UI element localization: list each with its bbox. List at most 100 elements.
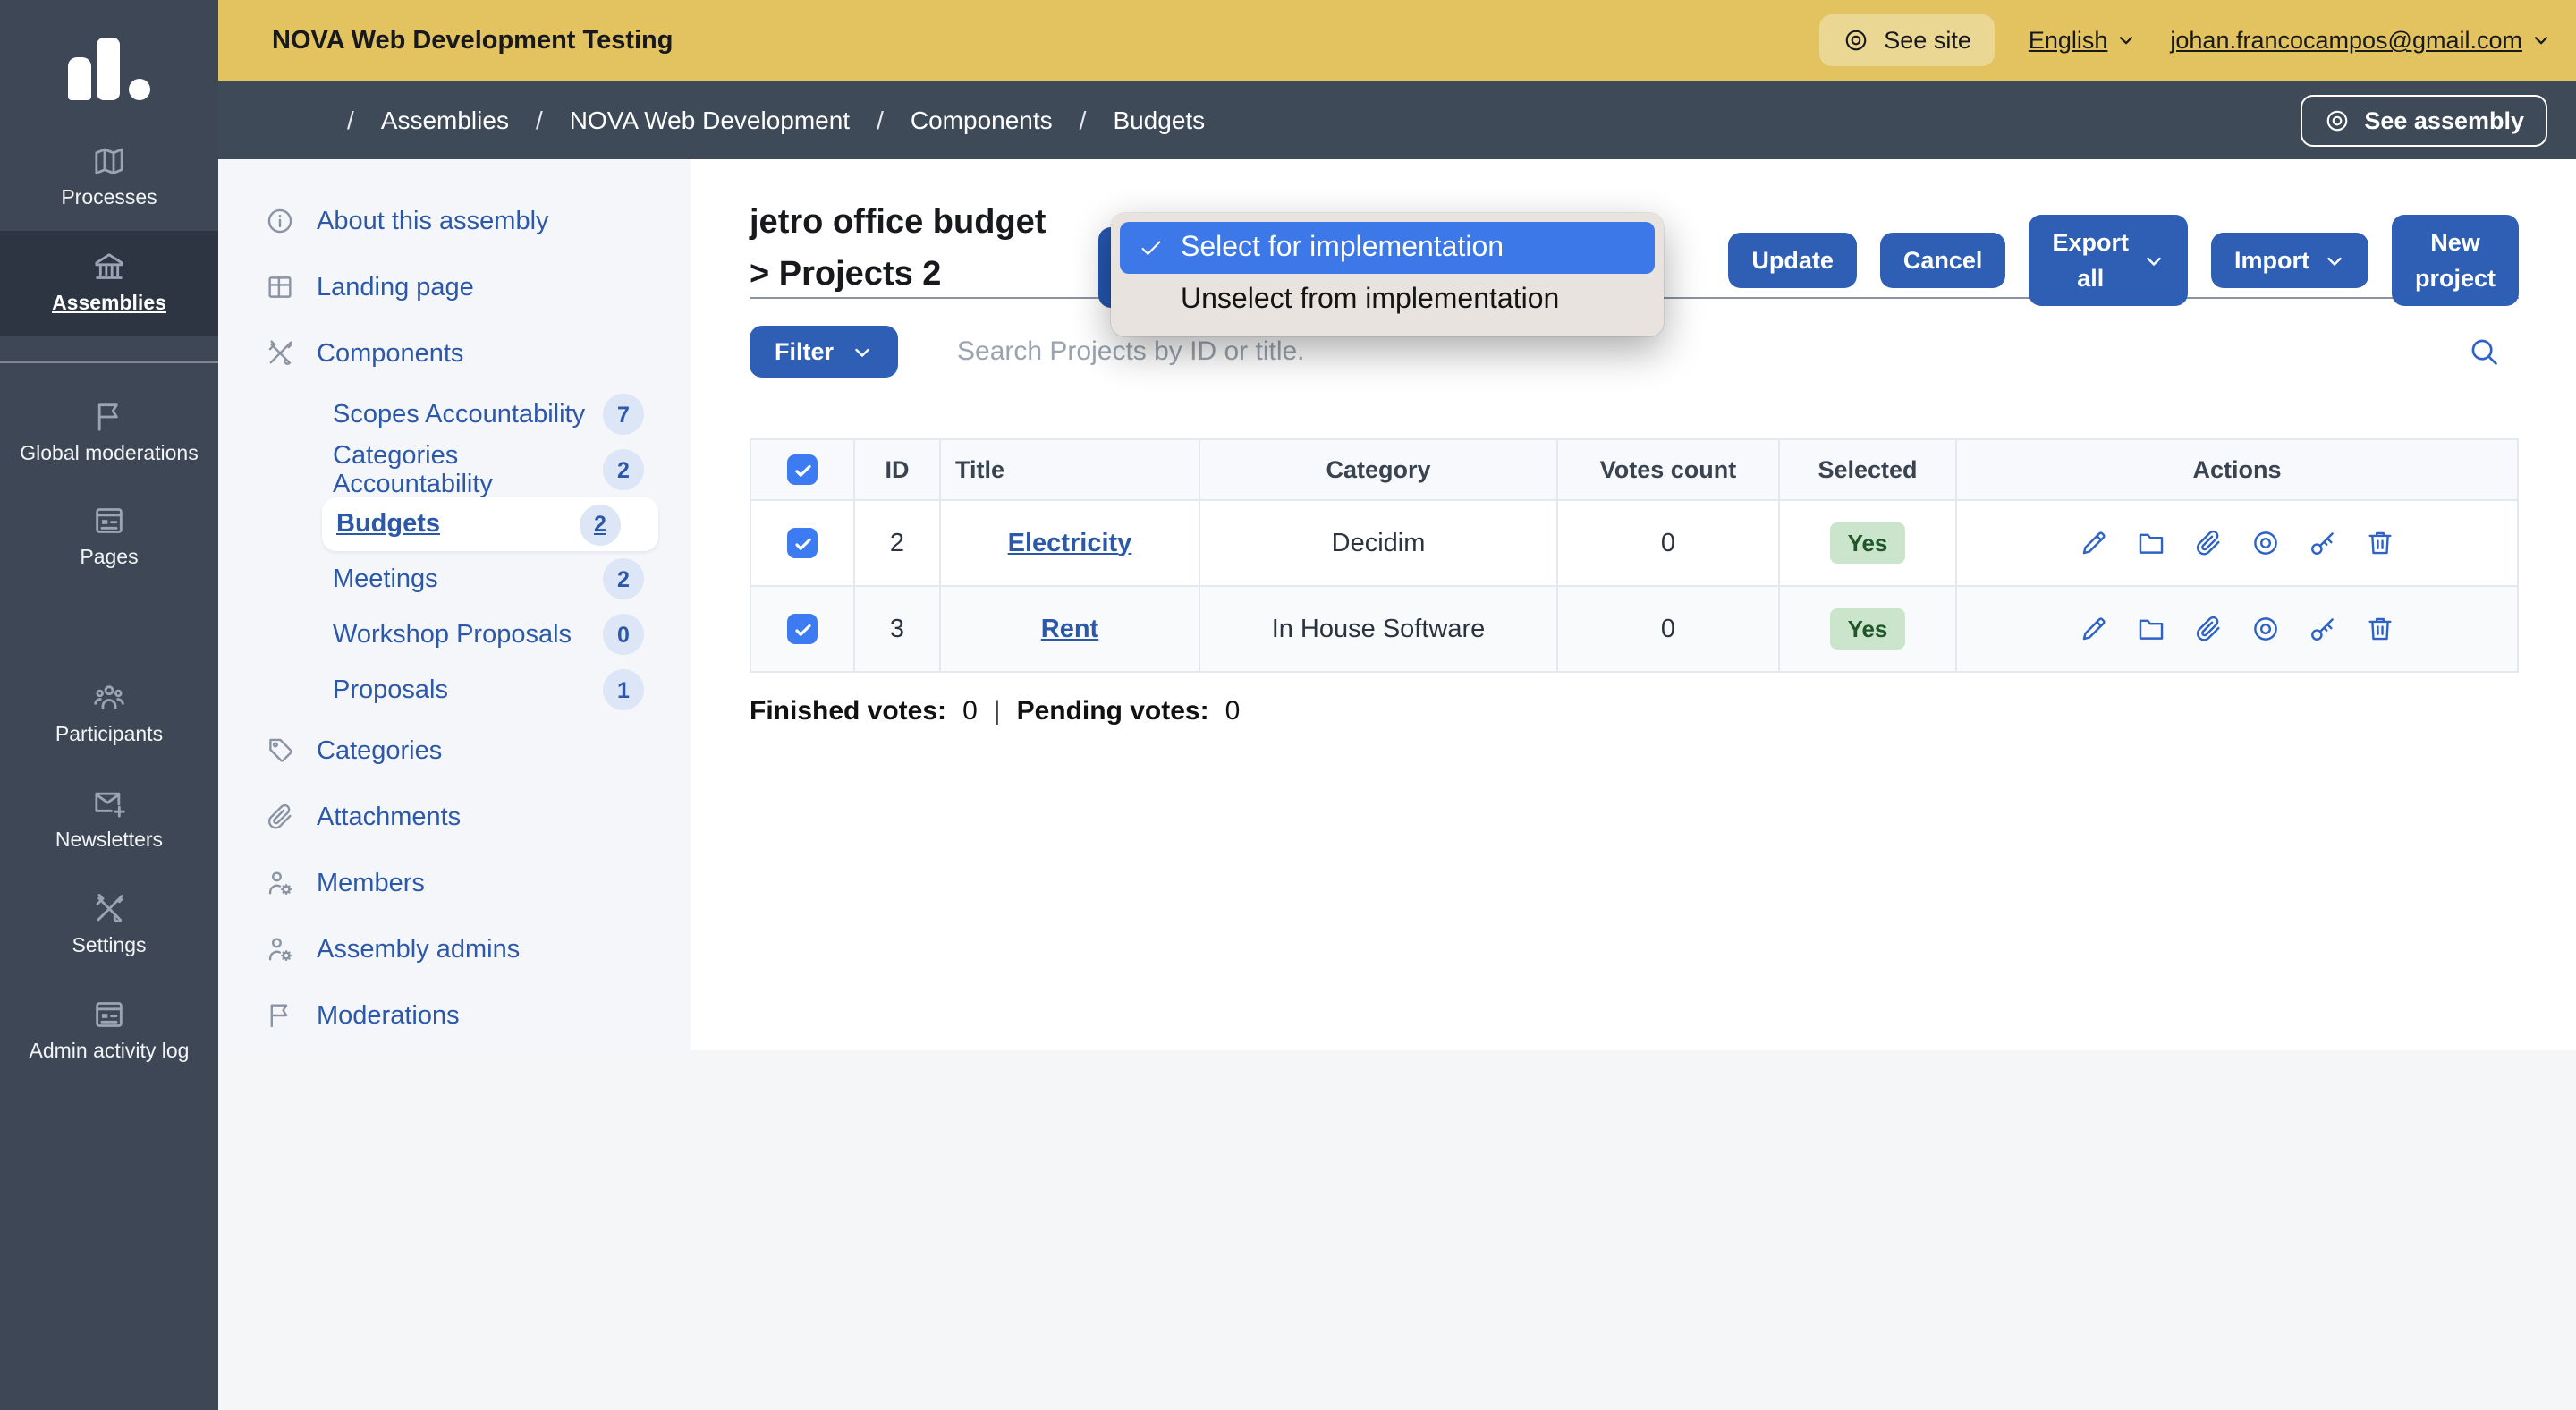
tools-icon <box>91 891 127 927</box>
search-input[interactable] <box>953 335 2467 369</box>
select-all-checkbox[interactable] <box>787 454 818 485</box>
count-badge: 2 <box>603 449 644 490</box>
menu-option-select-for-implementation[interactable]: Select for implementation <box>1120 222 1655 274</box>
header-id: ID <box>854 439 940 500</box>
nav-item-scopes-accountability[interactable]: Scopes Accountability 7 <box>218 386 691 442</box>
see-site-label: See site <box>1884 27 1971 54</box>
update-button[interactable]: Update <box>1728 233 1857 288</box>
nav-item-proposals[interactable]: Proposals 1 <box>218 662 691 718</box>
export-all-button[interactable]: Export all <box>2029 215 2188 306</box>
organization-title: NOVA Web Development Testing <box>272 26 674 55</box>
nav-item-label: Moderations <box>317 1001 460 1030</box>
delete-icon[interactable] <box>2365 528 2395 558</box>
nav-item-categories[interactable]: Categories <box>218 718 691 784</box>
nav-item-landing-page[interactable]: Landing page <box>218 254 691 320</box>
sidebar-item-label: Admin activity log <box>30 1041 190 1066</box>
app-nav: Processes Assemblies Global moderations … <box>0 125 218 1083</box>
nav-item-workshop-proposals[interactable]: Workshop Proposals 0 <box>218 607 691 662</box>
nav-item-members[interactable]: Members <box>218 850 691 916</box>
map-icon <box>91 143 127 179</box>
sidebar-item-admin-activity-log[interactable]: Admin activity log <box>0 978 218 1083</box>
sidebar-item-global-moderations[interactable]: Global moderations <box>0 380 218 486</box>
person-gear-icon <box>265 868 295 898</box>
sidebar-item-label: Settings <box>72 936 146 961</box>
breadcrumb-separator: / <box>877 106 884 134</box>
nav-item-attachments[interactable]: Attachments <box>218 784 691 850</box>
preview-icon[interactable] <box>2250 528 2281 558</box>
decidim-admin-app: Processes Assemblies Global moderations … <box>0 0 2576 1410</box>
paperclip-icon <box>265 802 295 832</box>
actions-cell <box>1971 614 2503 644</box>
table-row: 3 Rent In House Software 0 Yes <box>750 586 2518 672</box>
project-title-link[interactable]: Rent <box>1041 615 1098 643</box>
project-title-link[interactable]: Electricity <box>1008 529 1132 557</box>
breadcrumb-item-components[interactable]: Components <box>911 106 1053 134</box>
nav-item-about-assembly[interactable]: About this assembly <box>218 188 691 254</box>
export-all-label: Export all <box>2052 225 2129 295</box>
nav-item-meetings[interactable]: Meetings 2 <box>218 551 691 607</box>
nav-item-label: Workshop Proposals <box>333 620 572 649</box>
sidebar-item-newsletters[interactable]: Newsletters <box>0 768 218 873</box>
permissions-key-icon[interactable] <box>2308 614 2338 644</box>
cell-id: 2 <box>854 500 940 586</box>
top-bar: NOVA Web Development Testing See site En… <box>218 0 2576 81</box>
chevron-down-icon <box>2143 250 2165 271</box>
nav-item-budgets[interactable]: Budgets 2 <box>322 497 658 551</box>
menu-option-unselect-from-implementation[interactable]: Unselect from implementation <box>1120 274 1655 327</box>
nav-item-label: Meetings <box>333 565 438 593</box>
folder-icon[interactable] <box>2136 614 2166 644</box>
nav-item-moderations[interactable]: Moderations <box>218 982 691 1049</box>
edit-icon[interactable] <box>2079 614 2109 644</box>
see-assembly-button[interactable]: See assembly <box>2300 94 2547 146</box>
decidim-logo[interactable] <box>68 29 154 100</box>
filter-button[interactable]: Filter <box>750 326 898 378</box>
nav-item-label: Categories Accountability <box>333 441 603 498</box>
user-menu[interactable]: johan.francocampos@gmail.com <box>2170 27 2551 54</box>
breadcrumb-item-assembly[interactable]: NOVA Web Development <box>570 106 850 134</box>
permissions-key-icon[interactable] <box>2308 528 2338 558</box>
votes-summary: Finished votes: 0 | Pending votes: 0 <box>750 696 2519 726</box>
header-category: Category <box>1199 439 1557 500</box>
nav-item-components[interactable]: Components <box>218 320 691 386</box>
delete-icon[interactable] <box>2365 614 2395 644</box>
attachment-icon[interactable] <box>2193 614 2224 644</box>
target-icon <box>1843 27 1869 54</box>
nav-item-assembly-admins[interactable]: Assembly admins <box>218 916 691 982</box>
attachment-icon[interactable] <box>2193 528 2224 558</box>
sidebar-item-assemblies[interactable]: Assemblies <box>0 231 218 336</box>
sidebar-item-processes[interactable]: Processes <box>0 125 218 231</box>
page-title: jetro office budget > Projects 2 <box>750 199 1046 301</box>
folder-icon[interactable] <box>2136 528 2166 558</box>
nav-item-categories-accountability[interactable]: Categories Accountability 2 <box>218 442 691 497</box>
sidebar-item-pages[interactable]: Pages <box>0 486 218 591</box>
language-label: English <box>2029 27 2108 54</box>
header-title: Title <box>940 439 1199 500</box>
nav-item-label: Proposals <box>333 675 448 704</box>
votes-separator: | <box>994 696 1001 726</box>
import-button[interactable]: Import <box>2211 233 2368 288</box>
sidebar-item-label: Pages <box>80 548 138 573</box>
people-icon <box>91 680 127 716</box>
row-checkbox[interactable] <box>787 528 818 558</box>
sidebar-item-participants[interactable]: Participants <box>0 662 218 768</box>
count-badge: 1 <box>603 669 644 710</box>
row-checkbox[interactable] <box>787 614 818 644</box>
home-icon[interactable] <box>288 104 320 136</box>
table-row: 2 Electricity Decidim 0 Yes <box>750 500 2518 586</box>
preview-icon[interactable] <box>2250 614 2281 644</box>
language-dropdown[interactable]: English <box>2029 27 2137 54</box>
edit-icon[interactable] <box>2079 528 2109 558</box>
app-sidebar: Processes Assemblies Global moderations … <box>0 0 218 1410</box>
see-site-button[interactable]: See site <box>1819 14 1995 66</box>
nav-item-label: Budgets <box>336 510 440 539</box>
cancel-button[interactable]: Cancel <box>1880 233 2006 288</box>
breadcrumb-item-assemblies[interactable]: Assemblies <box>381 106 509 134</box>
new-project-button[interactable]: New project <box>2392 215 2519 306</box>
flag-icon <box>265 1000 295 1031</box>
header-select-all <box>750 439 854 500</box>
tools-icon <box>265 338 295 369</box>
search-icon[interactable] <box>2467 335 2501 369</box>
check-icon <box>1138 234 1165 261</box>
breadcrumb-item-budgets[interactable]: Budgets <box>1113 106 1205 134</box>
sidebar-item-settings[interactable]: Settings <box>0 873 218 979</box>
